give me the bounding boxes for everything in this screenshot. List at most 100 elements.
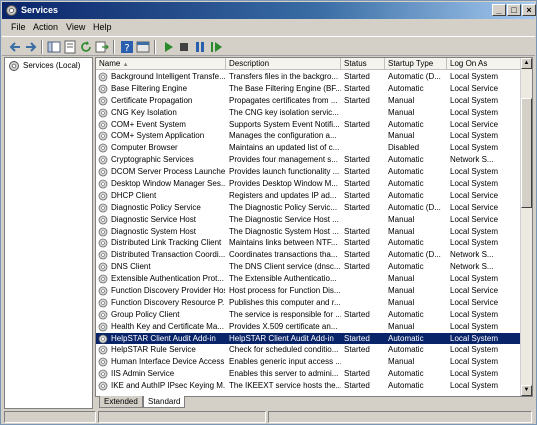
- tab-extended[interactable]: Extended: [99, 396, 143, 408]
- toolbar-separator: [154, 40, 156, 54]
- table-row[interactable]: HelpSTAR Client Audit Add-in HelpSTAR Cli…: [96, 332, 521, 345]
- service-status: [344, 130, 386, 142]
- service-gear-icon: [98, 357, 108, 367]
- table-row[interactable]: Distributed Transaction Coordi... Coordin…: [96, 249, 521, 261]
- menu-action[interactable]: Action: [33, 22, 58, 32]
- maximize-button[interactable]: □: [507, 4, 521, 16]
- service-startup-type: Automatic: [388, 381, 424, 391]
- column-header-name[interactable]: Name ▲: [96, 58, 226, 70]
- help-icon[interactable]: ?: [120, 40, 134, 54]
- table-row[interactable]: Background Intelligent Transfe... Transfe…: [96, 71, 521, 83]
- service-status: [344, 321, 386, 333]
- column-header-startup-type[interactable]: Startup Type: [385, 58, 447, 70]
- table-row[interactable]: Human Interface Device Access Enables gen…: [96, 356, 521, 368]
- service-startup-type: Automatic: [388, 309, 424, 319]
- service-description: Maintains an updated list of c...: [229, 143, 340, 153]
- table-row[interactable]: HelpSTAR Rule Service Check for scheduled…: [96, 344, 521, 356]
- column-header-log-on-as[interactable]: Log On As: [447, 58, 521, 70]
- tab-standard[interactable]: Standard: [143, 396, 186, 408]
- service-status: Started: [344, 119, 370, 129]
- table-row[interactable]: Diagnostic System Host The Diagnostic Sys…: [96, 226, 521, 238]
- table-row[interactable]: COM+ System Application Manages the confi…: [96, 130, 521, 142]
- show-hide-tree-icon[interactable]: [47, 40, 61, 54]
- console-icon[interactable]: [136, 40, 150, 54]
- service-description: Provides X.509 certificate an...: [229, 321, 338, 331]
- service-status: Started: [344, 167, 370, 177]
- vertical-scrollbar[interactable]: ▲ ▼: [520, 58, 532, 396]
- service-description: Coordinates transactions tha...: [229, 250, 338, 260]
- service-gear-icon: [98, 274, 108, 284]
- table-row[interactable]: Computer Browser Maintains an updated lis…: [96, 142, 521, 154]
- properties-icon[interactable]: [63, 40, 77, 54]
- service-name: Distributed Transaction Coordi...: [111, 250, 225, 260]
- service-status: Started: [344, 95, 370, 105]
- service-gear-icon: [98, 84, 108, 94]
- service-name: Health Key and Certificate Ma...: [111, 321, 224, 331]
- close-button[interactable]: ×: [522, 4, 536, 16]
- export-list-icon[interactable]: [95, 40, 109, 54]
- service-description: The Diagnostic Service Host ...: [229, 214, 339, 224]
- back-icon[interactable]: [8, 40, 22, 54]
- tree-item-label: Services (Local): [23, 61, 81, 70]
- menu-help[interactable]: Help: [93, 22, 112, 32]
- service-status: [344, 214, 386, 226]
- table-row[interactable]: Cryptographic Services Provides four mana…: [96, 154, 521, 166]
- service-log-on-as: Local System: [450, 321, 499, 331]
- service-name: Diagnostic System Host: [111, 226, 196, 236]
- menu-file[interactable]: File: [11, 22, 26, 32]
- table-row[interactable]: DHCP Client Registers and updates IP ad..…: [96, 190, 521, 202]
- table-row[interactable]: Health Key and Certificate Ma... Provides…: [96, 321, 521, 333]
- refresh-icon[interactable]: [79, 40, 93, 54]
- menu-view[interactable]: View: [66, 22, 85, 32]
- table-row[interactable]: Distributed Link Tracking Client Maintain…: [96, 237, 521, 249]
- service-log-on-as: Local System: [450, 107, 499, 117]
- table-row[interactable]: Desktop Window Manager Ses... Provides De…: [96, 178, 521, 190]
- minimize-button[interactable]: _: [492, 4, 506, 16]
- column-header-description[interactable]: Description: [226, 58, 341, 70]
- service-log-on-as: Local System: [450, 167, 499, 177]
- service-gear-icon: [98, 191, 108, 201]
- window-title: Services: [21, 5, 59, 15]
- table-row[interactable]: IIS Admin Service Enables this server to …: [96, 368, 521, 380]
- service-status: Started: [344, 381, 370, 391]
- service-log-on-as: Local System: [450, 309, 499, 319]
- title-bar[interactable]: Services _ □ ×: [2, 2, 536, 19]
- table-row[interactable]: IKE and AuthIP IPsec Keying M... The IKEE…: [96, 380, 521, 392]
- column-header-status[interactable]: Status: [341, 58, 385, 70]
- scroll-down-arrow-icon[interactable]: ▼: [521, 385, 532, 396]
- table-row[interactable]: Function Discovery Provider Host Host pro…: [96, 285, 521, 297]
- service-description: Provides launch functionality ...: [229, 167, 340, 177]
- table-row[interactable]: Function Discovery Resource P... Publishe…: [96, 297, 521, 309]
- service-description: The Base Filtering Engine (BF...: [229, 83, 341, 93]
- service-name: IIS Admin Service: [111, 369, 175, 379]
- table-row[interactable]: Extensible Authentication Prot... The Ext…: [96, 273, 521, 285]
- service-description: Manages the configuration a...: [229, 131, 337, 141]
- service-status: Started: [344, 83, 370, 93]
- table-row[interactable]: COM+ Event System Supports System Event N…: [96, 119, 521, 131]
- table-row[interactable]: DCOM Server Process Launcher Provides lau…: [96, 166, 521, 178]
- table-row[interactable]: Group Policy Client The service is respon…: [96, 309, 521, 321]
- restart-icon[interactable]: [209, 40, 223, 54]
- forward-icon[interactable]: [24, 40, 38, 54]
- service-description: The DNS Client service (dnsc...: [229, 262, 341, 272]
- service-status: [344, 285, 386, 297]
- service-description: The Diagnostic System Host ...: [229, 226, 339, 236]
- table-row[interactable]: Certificate Propagation Propagates certif…: [96, 95, 521, 107]
- service-gear-icon: [98, 167, 108, 177]
- play-icon[interactable]: [161, 40, 175, 54]
- table-row[interactable]: Diagnostic Service Host The Diagnostic Se…: [96, 214, 521, 226]
- service-startup-type: Manual: [388, 107, 415, 117]
- status-cell: [98, 411, 266, 423]
- table-row[interactable]: DNS Client The DNS Client service (dnsc..…: [96, 261, 521, 273]
- table-row[interactable]: CNG Key Isolation The CNG key isolation s…: [96, 107, 521, 119]
- service-description: Host process for Function Dis...: [229, 286, 341, 296]
- column-label: Log On As: [450, 59, 488, 68]
- table-row[interactable]: Base Filtering Engine The Base Filtering …: [96, 83, 521, 95]
- scroll-up-arrow-icon[interactable]: ▲: [521, 58, 532, 69]
- table-row[interactable]: Diagnostic Policy Service The Diagnostic …: [96, 202, 521, 214]
- scrollbar-thumb[interactable]: [521, 98, 532, 208]
- stop-icon[interactable]: [177, 40, 191, 54]
- service-log-on-as: Local Service: [450, 190, 499, 200]
- service-log-on-as: Local System: [450, 131, 499, 141]
- pause-icon[interactable]: [193, 40, 207, 54]
